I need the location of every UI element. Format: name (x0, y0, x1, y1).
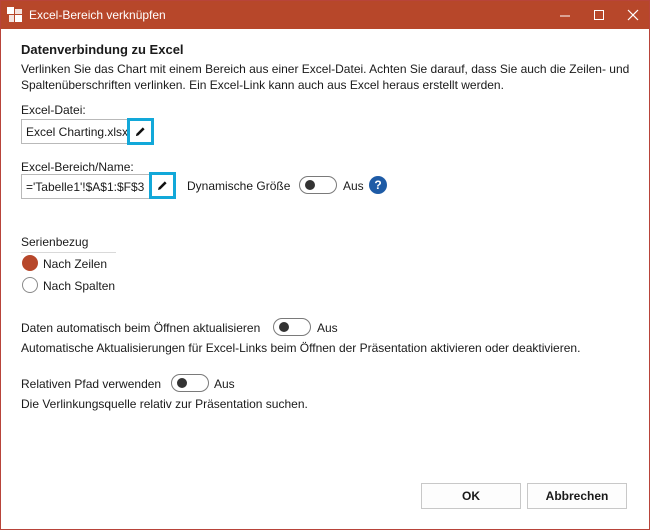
toggle-knob (279, 322, 289, 332)
divider (21, 252, 116, 253)
excel-range-field[interactable]: ='Tabelle1'!$A$1:$F$3 (21, 174, 151, 199)
description-line: Verlinken Sie das Chart mit einem Bereic… (21, 62, 630, 76)
toggle-knob (177, 378, 187, 388)
auto-update-label: Daten automatisch beim Öffnen aktualisie… (21, 321, 261, 335)
close-button[interactable] (617, 1, 649, 29)
close-icon (627, 9, 639, 21)
pencil-icon (136, 127, 145, 136)
dynamic-size-state: Aus (343, 179, 364, 193)
relative-path-toggle[interactable] (171, 374, 209, 392)
maximize-button[interactable] (583, 1, 615, 29)
auto-update-state: Aus (317, 321, 338, 335)
description-line: Spaltenüberschriften verlinken. Ein Exce… (21, 78, 504, 92)
radio-by-columns-label[interactable]: Nach Spalten (43, 279, 115, 293)
dynamic-size-toggle[interactable] (299, 176, 337, 194)
series-label: Serienbezug (21, 235, 89, 249)
toggle-knob (305, 180, 315, 190)
minimize-icon (560, 15, 570, 17)
app-icon (7, 7, 22, 22)
ok-button[interactable]: OK (421, 483, 521, 509)
section-description: Verlinken Sie das Chart mit einem Bereic… (21, 61, 631, 93)
maximize-icon (594, 10, 604, 20)
title-bar[interactable]: Excel-Bereich verknüpfen (1, 1, 649, 29)
excel-file-field[interactable]: Excel Charting.xlsx (21, 119, 129, 144)
window-title: Excel-Bereich verknüpfen (29, 8, 166, 22)
relative-path-description: Die Verlinkungsquelle relativ zur Präsen… (21, 397, 308, 411)
dynamic-size-label: Dynamische Größe (187, 179, 291, 193)
help-icon[interactable]: ? (369, 176, 387, 194)
cancel-button[interactable]: Abbrechen (527, 483, 627, 509)
auto-update-toggle[interactable] (273, 318, 311, 336)
relative-path-label: Relativen Pfad verwenden (21, 377, 162, 391)
auto-update-description: Automatische Aktualisierungen für Excel-… (21, 341, 581, 355)
radio-by-columns[interactable] (22, 277, 38, 293)
excel-range-label: Excel-Bereich/Name: (21, 160, 134, 174)
edit-range-button[interactable] (149, 172, 176, 199)
minimize-button[interactable] (549, 1, 581, 29)
pencil-icon (158, 181, 167, 190)
edit-file-button[interactable] (127, 118, 154, 145)
radio-by-rows[interactable] (22, 255, 38, 271)
relative-path-state: Aus (214, 377, 235, 391)
dialog-window: Excel-Bereich verknüpfen Datenverbindung… (0, 0, 650, 530)
excel-file-label: Excel-Datei: (21, 103, 86, 117)
radio-by-rows-label[interactable]: Nach Zeilen (43, 257, 107, 271)
section-heading: Datenverbindung zu Excel (21, 42, 184, 57)
